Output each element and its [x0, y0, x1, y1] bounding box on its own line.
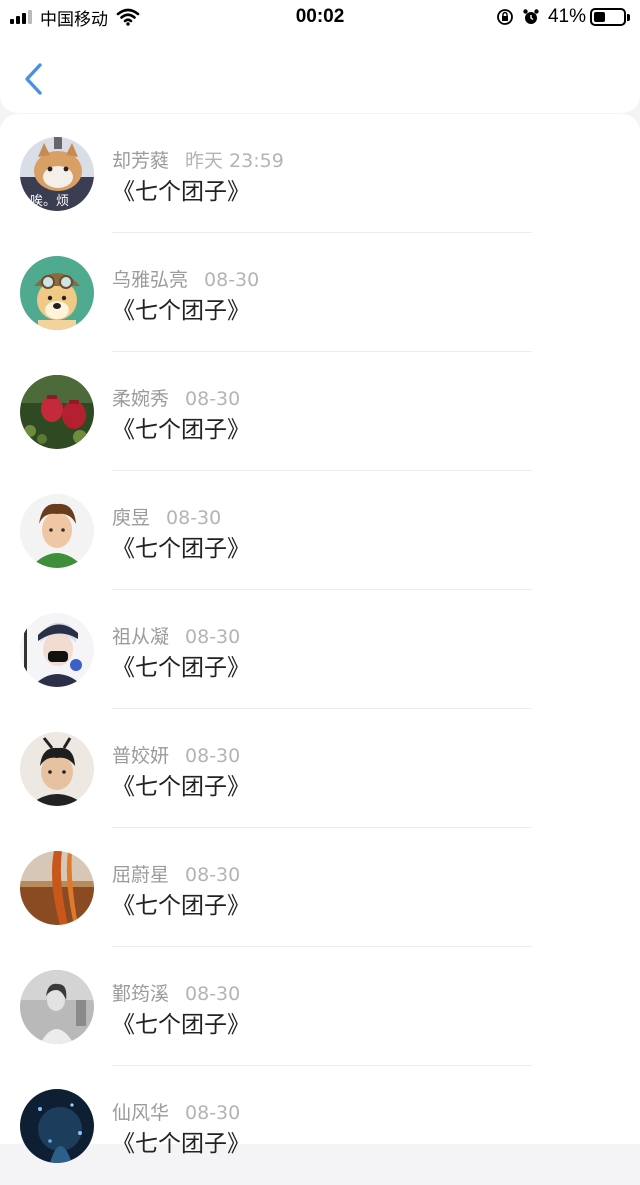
bw-girl-avatar [20, 970, 94, 1044]
alarm-icon [523, 9, 539, 24]
message-title: 《七个团子》 [112, 1012, 250, 1038]
timestamp: 08-30 [166, 507, 222, 529]
message-title: 《七个团子》 [112, 655, 250, 681]
sender-name: 乌雅弘亮 [112, 269, 189, 291]
boy-avatar [20, 494, 94, 568]
message-title: 《七个团子》 [112, 893, 250, 919]
rotation-lock-icon [497, 9, 513, 25]
timestamp: 08-30 [204, 269, 260, 291]
timestamp: 昨天 23:59 [185, 150, 284, 172]
sender-name: 庾昱 [112, 507, 151, 529]
list-item[interactable]: 祖从凝 08-30 《七个团子》 [0, 590, 640, 709]
svg-text:唉。烦: 唉。烦 [30, 193, 69, 209]
sender-name: 柔婉秀 [112, 388, 170, 410]
strawberry-avatar [20, 375, 94, 449]
sender-name: 却芳蕤 [112, 150, 170, 172]
list-item[interactable]: 柔婉秀 08-30 《七个团子》 [0, 352, 640, 471]
timestamp: 08-30 [185, 626, 241, 648]
doge-avatar [20, 256, 94, 330]
sender-name: 普姣妍 [112, 745, 170, 767]
list-item[interactable]: 乌雅弘亮 08-30 《七个团子》 [0, 233, 640, 352]
timestamp: 08-30 [185, 388, 241, 410]
list-item[interactable]: 唉。烦 却芳蕤 昨天 23:59 《七个团子》 [0, 114, 640, 233]
battery-percent: 41% [547, 6, 586, 27]
list-item[interactable]: 仙风华 08-30 《七个团子》 [0, 1066, 640, 1185]
chevron-left-icon [25, 63, 42, 95]
status-bar: 中国移动 00:02 41% [0, 0, 640, 34]
sender-name: 祖从凝 [112, 626, 170, 648]
list-item[interactable]: 普姣妍 08-30 《七个团子》 [0, 709, 640, 828]
message-title: 《七个团子》 [112, 774, 250, 800]
message-title: 《七个团子》 [112, 179, 250, 205]
sender-name: 屈蔚星 [112, 864, 170, 886]
message-title: 《七个团子》 [112, 1131, 250, 1157]
message-title: 《七个团子》 [112, 298, 250, 324]
list-item[interactable]: 庾昱 08-30 《七个团子》 [0, 471, 640, 590]
timestamp: 08-30 [185, 983, 241, 1005]
timestamp: 08-30 [185, 745, 241, 767]
list-item[interactable]: 屈蔚星 08-30 《七个团子》 [0, 828, 640, 947]
sender-name: 鄞筠溪 [112, 983, 170, 1005]
man-avatar [20, 732, 94, 806]
timestamp: 08-30 [185, 864, 241, 886]
message-list: 唉。烦 却芳蕤 昨天 23:59 《七个团子》 乌雅弘亮 08-30 《七个团子… [0, 114, 640, 1163]
timestamp: 08-30 [185, 1102, 241, 1124]
list-item[interactable]: 鄞筠溪 08-30 《七个团子》 [0, 947, 640, 1066]
battery-icon [590, 8, 626, 26]
message-title: 《七个团子》 [112, 536, 250, 562]
sender-name: 仙风华 [112, 1102, 170, 1124]
sunset-avatar [20, 851, 94, 925]
back-button[interactable] [16, 58, 56, 100]
night-avatar [20, 1089, 94, 1163]
message-title: 《七个团子》 [112, 417, 250, 443]
anime-avatar [20, 613, 94, 687]
cat-avatar: 唉。烦 [20, 137, 94, 211]
